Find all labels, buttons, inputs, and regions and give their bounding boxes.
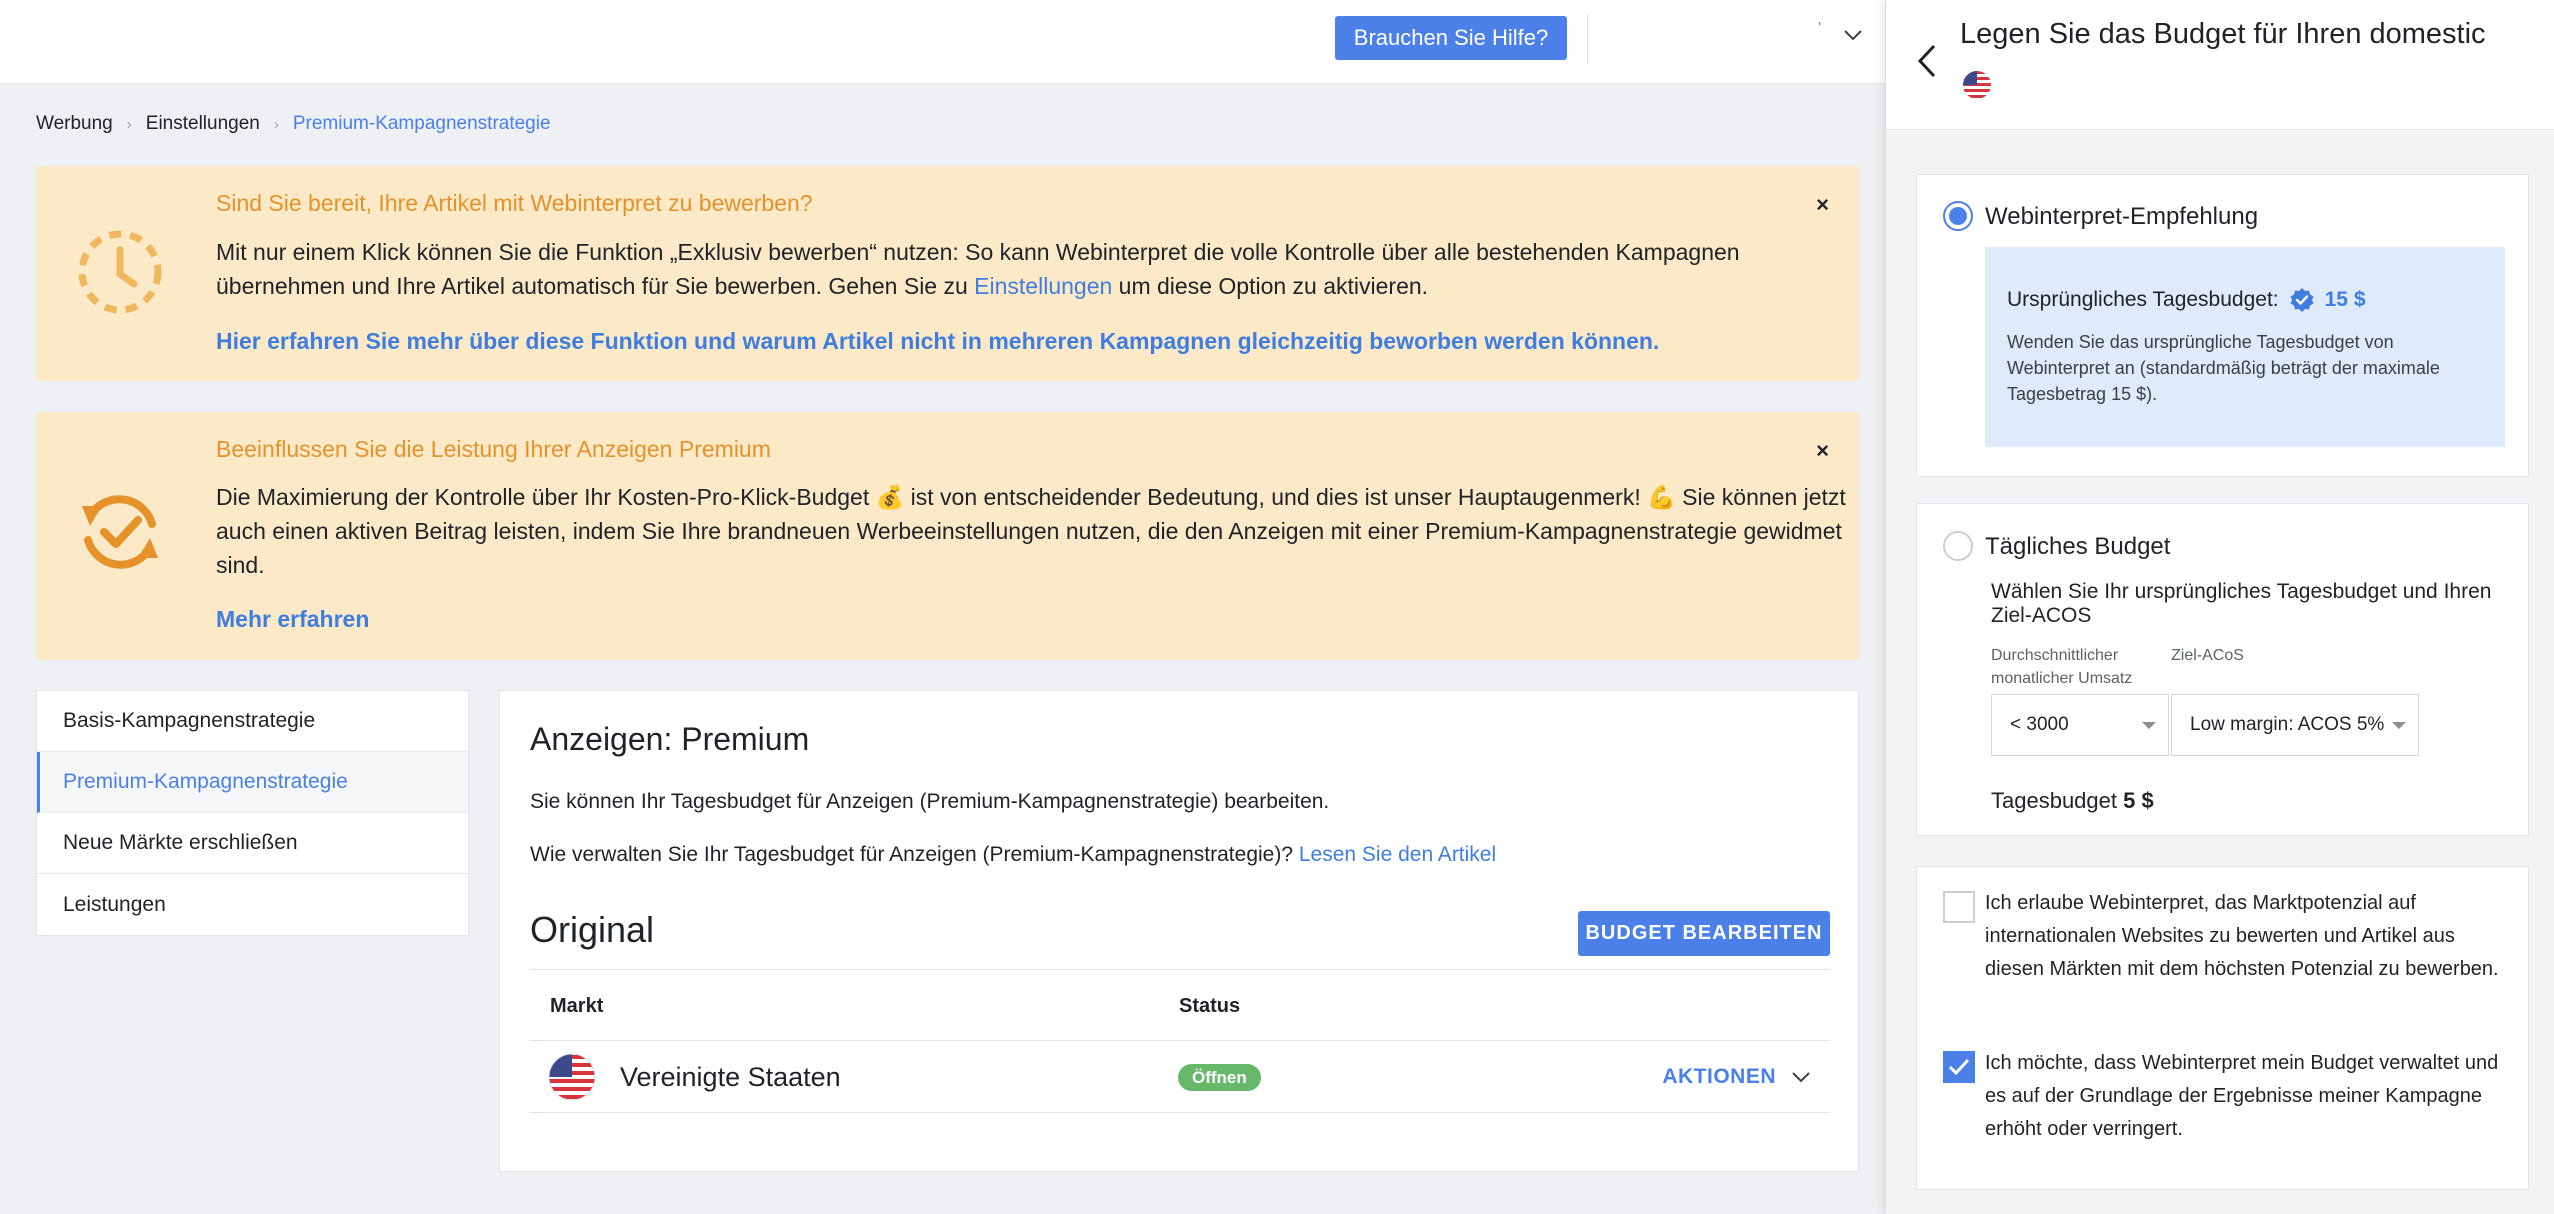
status-badge: Öffnen [1178,1064,1261,1091]
clock-icon [78,230,162,314]
caret-down-icon [2392,722,2406,729]
daily-budget-label: Tägliches Budget [1985,533,2171,560]
help-text: Wie verwalten Sie Ihr Tagesbudget für An… [530,843,1497,866]
banner-text: Die Maximierung der Kontrolle über Ihr K… [216,484,1846,578]
acos-field-label: Ziel-ACoS [2171,647,2244,664]
verified-badge-icon [2290,288,2314,312]
actions-dropdown[interactable]: AKTIONEN [1662,1065,1812,1089]
chevron-down-icon [1792,1072,1810,1083]
close-icon[interactable]: × [1816,192,1829,218]
us-flag-icon [1963,71,1991,99]
help-button[interactable]: Brauchen Sie Hilfe? [1335,16,1567,60]
chevron-left-icon[interactable] [1912,40,1942,82]
nav-item-premium[interactable]: Premium-Kampagnenstrategie [37,752,468,813]
acos-select-value: Low margin: ACOS 5% [2190,714,2385,735]
promote-info-banner: Sind Sie bereit, Ihre Artikel mit Webint… [36,166,1859,381]
permissions-card: Ich erlaube Webinterpret, das Marktpoten… [1916,866,2529,1190]
daily-budget-value: 5 $ [2123,788,2154,813]
page-title: Anzeigen: Premium [530,721,810,757]
column-market: Markt [550,995,604,1017]
budget-label: Ursprüngliches Tagesbudget: [2007,288,2279,311]
main-content: Anzeigen: Premium Sie können Ihr Tagesbu… [499,690,1859,1172]
recommendation-label: Webinterpret-Empfehlung [1985,203,2259,230]
budget-value: 15 $ [2324,288,2366,311]
recommendation-radio[interactable] [1943,201,1973,231]
premium-performance-banner: Beeinflussen Sie die Leistung Ihrer Anze… [36,412,1859,660]
recommended-budget: Ursprüngliches Tagesbudget: 15 $ [2007,287,2366,313]
caret-down-icon [2142,722,2156,729]
section-heading: Original [530,909,655,950]
table-header: Markt Status [530,969,1830,1041]
settings-link[interactable]: Einstellungen [974,273,1112,299]
budget-management-text: Ich möchte, dass Webinterpret mein Budge… [1985,1052,2499,1140]
banner-text: Mit nur einem Klick können Sie die Funkt… [216,239,1740,299]
market-potential-text: Ich erlaube Webinterpret, das Marktpoten… [1985,892,2499,980]
markets-table: Markt Status Vereinigte Staaten Öffnen A… [530,969,1830,1113]
breadcrumb-separator-icon: › [273,115,279,133]
breadcrumb-item-einstellungen[interactable]: Einstellungen [146,113,260,135]
breadcrumb-item-current: Premium-Kampagnenstrategie [292,113,551,134]
daily-budget-option-card: Tägliches Budget Wählen Sie Ihr ursprüng… [1916,503,2529,836]
refresh-check-icon [82,495,158,569]
recommendation-details: Ursprüngliches Tagesbudget: 15 $ Wenden … [1985,247,2505,447]
banner-title: Beeinflussen Sie die Leistung Ihrer Anze… [216,436,771,462]
settings-side-nav: Basis-Kampagnenstrategie Premium-Kampagn… [36,690,469,936]
check-icon [1948,1058,1970,1076]
daily-budget-total: Tagesbudget 5 $ [1991,788,2154,813]
panel-title: Legen Sie das Budget für Ihren domestic [1960,18,2486,50]
topbar-user-mark: ' [1818,20,1822,37]
market-name: Vereinigte Staaten [620,1062,841,1092]
recommendation-option-card: Webinterpret-Empfehlung Ursprüngliches T… [1916,174,2529,477]
sales-select[interactable]: < 3000 [1991,694,2169,756]
market-potential-checkbox[interactable] [1943,891,1975,923]
read-article-link[interactable]: Lesen Sie den Artikel [1299,843,1496,866]
learn-more-link[interactable]: Hier erfahren Sie mehr über diese Funkti… [216,328,1659,355]
nav-item-basis[interactable]: Basis-Kampagnenstrategie [37,691,468,752]
sales-field-label: Durchschnittlicher monatlicher Umsatz [1991,647,2133,687]
budget-side-panel: Legen Sie das Budget für Ihren domestic … [1885,0,2554,1214]
breadcrumb-separator-icon: › [126,115,132,133]
top-bar: Brauchen Sie Hilfe? ' [0,0,1885,84]
edit-budget-button[interactable]: BUDGET BEARBEITEN [1578,911,1830,956]
nav-item-performance[interactable]: Leistungen [37,874,468,935]
actions-label: AKTIONEN [1662,1065,1776,1088]
acos-select[interactable]: Low margin: ACOS 5% [2171,694,2419,756]
table-row: Vereinigte Staaten Öffnen AKTIONEN [530,1041,1830,1113]
recommendation-description: Wenden Sie das ursprüngliche Tagesbudget… [2007,332,2440,404]
breadcrumb-item-werbung[interactable]: Werbung [36,113,113,135]
nav-item-new-markets[interactable]: Neue Märkte erschließen [37,813,468,874]
panel-header: Legen Sie das Budget für Ihren domestic [1886,0,2554,130]
budget-management-checkbox[interactable] [1943,1051,1975,1083]
chevron-down-icon[interactable] [1840,22,1866,48]
banner-title: Sind Sie bereit, Ihre Artikel mit Webint… [216,190,813,216]
daily-budget-subtitle: Wählen Sie Ihr ursprüngliches Tagesbudge… [1991,580,2492,627]
us-flag-icon [548,1053,596,1101]
description-text: Sie können Ihr Tagesbudget für Anzeigen … [530,790,1330,813]
topbar-divider [1587,14,1588,64]
column-status: Status [1179,995,1241,1017]
close-icon[interactable]: × [1816,438,1829,464]
daily-budget-radio[interactable] [1943,531,1973,561]
breadcrumb: Werbung › Einstellungen › Premium-Kampag… [36,113,551,135]
learn-more-link[interactable]: Mehr erfahren [216,606,369,633]
sales-select-value: < 3000 [2010,714,2069,735]
